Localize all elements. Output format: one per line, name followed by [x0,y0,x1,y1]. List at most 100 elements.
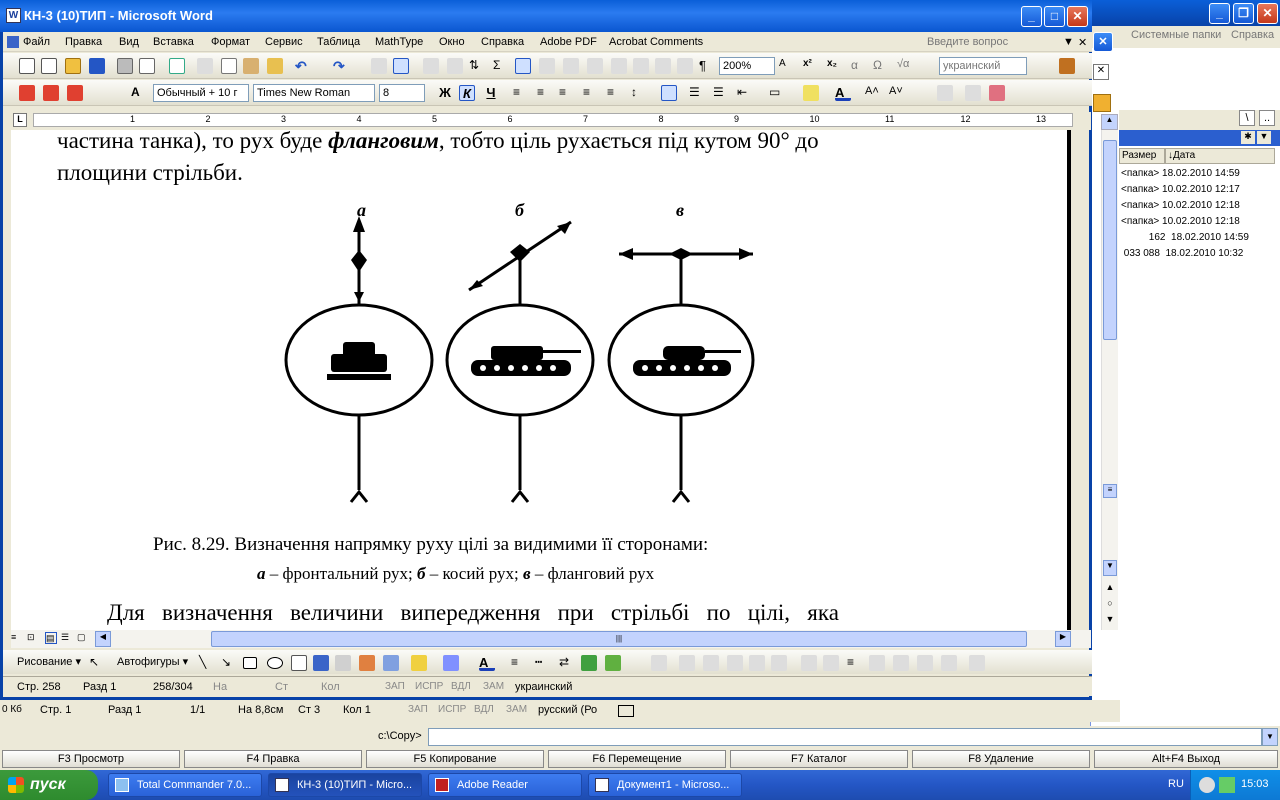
bullets-icon[interactable]: ☰ [713,85,729,101]
style-combo[interactable]: Обычный + 10 г [153,84,249,102]
file-row[interactable]: <папка> 10.02.2010 12:18 [1121,216,1240,228]
menu-table[interactable]: Таблица [317,36,360,48]
status-rec[interactable]: ЗАП [408,704,428,715]
tc-menu-system-folders[interactable]: Системные папки [1131,29,1221,41]
zoom-combo[interactable]: 200% [719,57,775,75]
menu-edit[interactable]: Правка [65,36,102,48]
shrink-font-icon[interactable]: A˅ [889,85,905,101]
tab-selector[interactable]: L [13,113,27,127]
column-header-date[interactable]: ↓Дата [1165,148,1275,164]
color-icon[interactable] [679,655,695,671]
3d-icon[interactable] [605,655,621,671]
menu-insert[interactable]: Вставка [153,36,194,48]
equation-icon[interactable]: √α [897,58,913,74]
hyperlink-icon[interactable] [371,58,387,74]
subscript-icon[interactable]: x₂ [827,58,843,74]
less-brightness-icon[interactable] [771,655,787,671]
file-row[interactable]: 033 088 18.02.2010 10:32 [1121,248,1244,260]
columns-icon[interactable] [539,58,555,74]
tables-borders-icon[interactable] [393,58,409,74]
asterisk-icon[interactable]: ✱ [1241,131,1255,144]
close-doc-icon[interactable]: ✕ [1078,36,1087,49]
new-blank-icon[interactable] [41,58,57,74]
more-contrast-icon[interactable] [703,655,719,671]
undo-icon[interactable]: ↶ [295,58,311,74]
split-handle[interactable]: ≡ [1103,484,1117,498]
line-weight-icon[interactable]: ≡ [847,655,863,671]
web-view-icon[interactable]: ⊡ [27,632,39,644]
menu-view[interactable]: Вид [119,36,139,48]
tray-app-icon[interactable] [1199,777,1215,793]
text-wrap-icon[interactable] [893,655,909,671]
outdent-icon[interactable]: ⇤ [737,85,753,101]
ask-question-field[interactable]: Введите вопрос [927,36,1008,48]
arrow-style-icon[interactable]: ⇄ [559,655,575,671]
menu-format[interactable]: Формат [211,36,250,48]
insert-table-icon[interactable] [423,58,439,74]
status-trk[interactable]: ИСПР [438,704,466,715]
format-picture-icon[interactable] [917,655,933,671]
distributed-icon[interactable]: ≡ [607,85,623,101]
line-icon[interactable]: ╲ [199,655,215,671]
tc-file-list[interactable]: Размер ↓Дата <папка> 18.02.2010 14:59 <п… [1119,148,1279,598]
print-icon[interactable] [117,58,133,74]
pdf-icon[interactable] [19,85,35,101]
word-app-icon[interactable]: W [6,8,21,23]
font-combo[interactable]: Times New Roman [253,84,375,102]
task-word-kn3[interactable]: КН-3 (10)ТИП - Micro... [268,773,422,797]
task-adobe-reader[interactable]: Adobe Reader [428,773,582,797]
insert-picture-icon[interactable] [651,655,667,671]
line-color-icon[interactable] [443,655,459,671]
justify-icon[interactable]: ≡ [583,85,599,101]
pdf-email-icon[interactable] [43,85,59,101]
table-grid-icon[interactable] [587,58,603,74]
file-row[interactable]: <папка> 18.02.2010 14:59 [1121,168,1240,180]
language-combo[interactable]: украинский [939,57,1027,75]
book-status-icon[interactable] [618,705,634,717]
rotate-icon[interactable] [823,655,839,671]
menu-file[interactable]: Файл [23,36,50,48]
language-indicator[interactable]: RU [1168,778,1184,790]
more-brightness-icon[interactable] [749,655,765,671]
border-icon[interactable] [661,85,677,101]
picture-icon[interactable] [383,655,399,671]
task-total-commander[interactable]: Total Commander 7.0... [108,773,262,797]
menu-mathtype[interactable]: MathType [375,36,423,48]
command-dropdown-icon[interactable]: ▼ [1262,728,1278,746]
up-dir-button[interactable]: .. [1259,110,1275,126]
font-size-icon[interactable]: A [779,58,795,74]
f6-move-button[interactable]: F6 Перемещение [548,750,726,768]
file-row[interactable]: 162 18.02.2010 14:59 [1121,232,1249,244]
wordart-icon[interactable] [313,655,329,671]
maximize-icon[interactable]: □ [1044,6,1065,27]
scroll-left-icon[interactable]: ◀ [95,631,111,647]
pdf-review-icon[interactable] [67,85,83,101]
cut-icon[interactable] [197,58,213,74]
dropdown-arrow-icon[interactable]: ▼ [1257,131,1271,144]
print-preview-icon[interactable] [139,58,155,74]
tc-path-bar[interactable]: ✱ ▼ [1119,130,1280,146]
autoshapes-menu-button[interactable]: Автофигуры ▾ [117,655,188,668]
column-header-size[interactable]: Размер [1119,148,1165,164]
save-icon[interactable] [89,58,105,74]
styles-icon[interactable]: A [131,85,147,101]
f4-edit-button[interactable]: F4 Правка [184,750,362,768]
spelling-icon[interactable] [169,58,185,74]
status-ovr[interactable]: ЗАМ [506,704,527,715]
restore-icon[interactable]: ❐ [1233,3,1254,24]
align-right-icon[interactable]: ≡ [559,85,575,101]
fill-color-icon[interactable] [411,655,427,671]
font-size-combo[interactable]: 8 [379,84,425,102]
drawing-icon[interactable] [563,58,579,74]
copy-icon[interactable] [221,58,237,74]
merge-cells-icon[interactable] [611,58,627,74]
start-button[interactable]: пуск [0,770,98,800]
italic-button[interactable]: К [459,85,475,101]
document-map-icon[interactable] [515,58,531,74]
scroll-up-icon[interactable]: ▲ [1101,114,1118,130]
drawing-menu-button[interactable]: Рисование ▾ [17,655,81,668]
print-layout-icon[interactable]: ▤ [45,632,57,644]
document-page[interactable]: частина танка), то рух буде фланговим, т… [11,130,1071,630]
status-ext[interactable]: ВДЛ [451,681,471,692]
autosum-icon[interactable]: Σ [493,58,509,74]
